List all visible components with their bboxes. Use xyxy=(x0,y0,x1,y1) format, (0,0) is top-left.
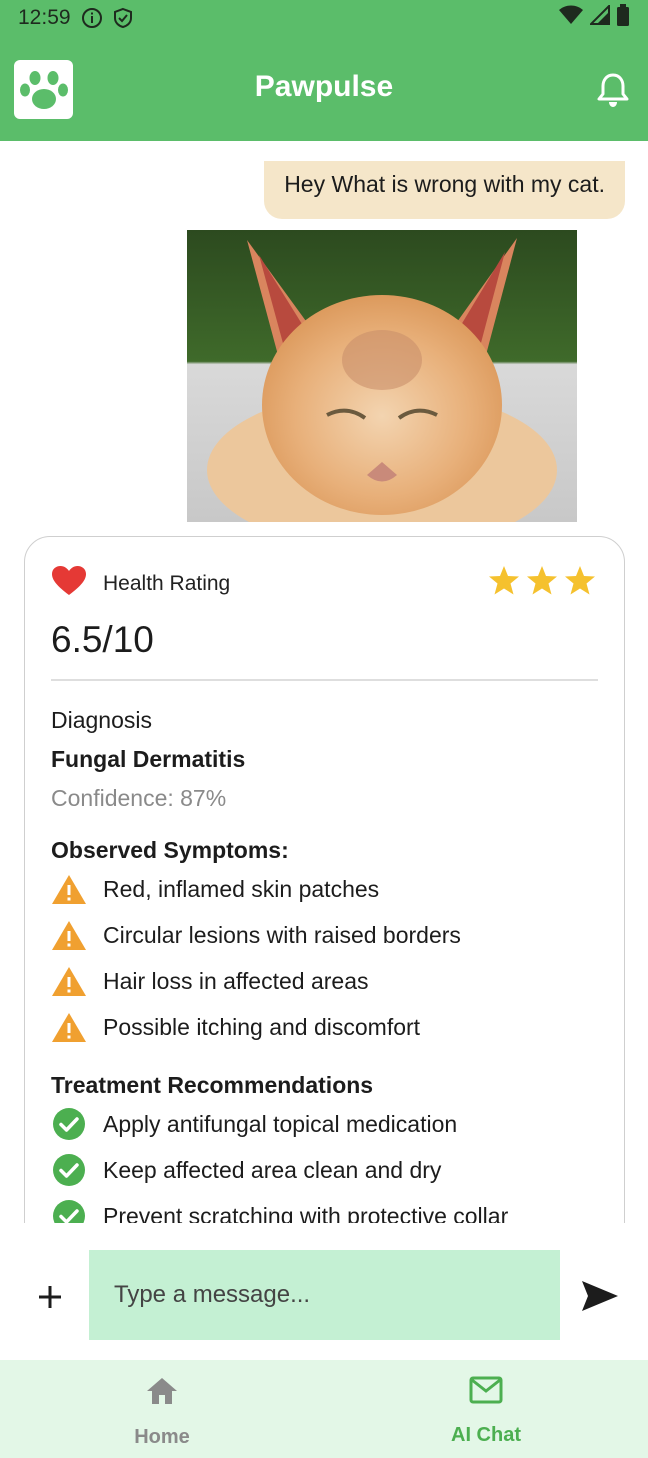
cat-photo xyxy=(187,230,577,522)
diagnosis-name: Fungal Dermatitis xyxy=(51,746,246,772)
treatment-item: Prevent scratching with protective colla… xyxy=(51,1200,508,1223)
signal-icon xyxy=(588,3,610,31)
check-circle-icon xyxy=(51,1200,87,1223)
shield-icon xyxy=(113,7,133,29)
symptom-text: Hair loss in affected areas xyxy=(103,967,369,994)
nav-item-home[interactable]: Home xyxy=(0,1360,324,1458)
mail-icon xyxy=(469,1376,503,1410)
status-bar: 12:59 xyxy=(0,0,648,36)
app-title: Pawpulse xyxy=(254,70,394,103)
battery-icon xyxy=(616,4,630,32)
nav-item-ai-chat[interactable]: AI Chat xyxy=(324,1360,648,1458)
symptom-text: Circular lesions with raised borders xyxy=(103,921,461,948)
star-rating xyxy=(488,565,596,596)
star-icon xyxy=(565,566,595,595)
star-icon xyxy=(489,566,519,595)
diagnosis-confidence: Confidence: 87% xyxy=(51,785,227,811)
message-input[interactable] xyxy=(89,1250,560,1340)
add-attachment-button[interactable] xyxy=(34,1281,66,1313)
symptom-text: Possible itching and discomfort xyxy=(103,1013,421,1040)
treatment-item: Keep affected area clean and dry xyxy=(51,1154,441,1186)
info-icon xyxy=(81,7,103,29)
user-message-bubble: Hey What is wrong with my cat. xyxy=(264,161,625,219)
check-circle-icon xyxy=(51,1108,87,1140)
diagnosis-card: Health Rating 6.5/10 Diagnosis Fungal De… xyxy=(24,536,625,1223)
symptom-text: Red, inflamed skin patches xyxy=(103,875,380,902)
treatment-text: Keep affected area clean and dry xyxy=(103,1156,442,1183)
app-bar: Pawpulse xyxy=(0,36,648,141)
nav-label-home: Home xyxy=(134,1426,190,1448)
bottom-nav: Home AI Chat xyxy=(0,1360,648,1458)
nav-label-ai-chat: AI Chat xyxy=(451,1424,521,1446)
symptom-item: Hair loss in affected areas xyxy=(51,965,369,997)
treatment-item: Apply antifungal topical medication xyxy=(51,1108,457,1140)
chat-area[interactable]: Hey What is wrong with my cat. Health Ra… xyxy=(0,141,648,1223)
status-time: 12:59 xyxy=(18,6,71,29)
treatment-title: Treatment Recommendations xyxy=(51,1072,374,1098)
warning-icon xyxy=(51,919,87,951)
heart-icon xyxy=(51,565,87,602)
bell-icon[interactable] xyxy=(596,72,630,108)
treatment-text: Prevent scratching with protective colla… xyxy=(103,1202,509,1224)
health-rating-value: 6.5/10 xyxy=(51,619,154,660)
treatment-text: Apply antifungal topical medication xyxy=(103,1110,458,1137)
diagnosis-label: Diagnosis xyxy=(51,707,152,733)
wifi-icon xyxy=(558,5,584,31)
warning-icon xyxy=(51,965,87,997)
home-icon xyxy=(146,1376,178,1412)
star-icon xyxy=(527,566,557,595)
send-button[interactable] xyxy=(580,1279,620,1313)
symptoms-title: Observed Symptoms: xyxy=(51,837,289,863)
message-composer xyxy=(0,1223,648,1360)
check-circle-icon xyxy=(51,1154,87,1186)
symptom-item: Circular lesions with raised borders xyxy=(51,919,461,951)
warning-icon xyxy=(51,1011,87,1043)
symptom-item: Red, inflamed skin patches xyxy=(51,873,379,905)
health-rating-row: Health Rating xyxy=(51,565,230,602)
divider xyxy=(51,679,598,681)
health-rating-label: Health Rating xyxy=(103,571,231,595)
symptom-item: Possible itching and discomfort xyxy=(51,1011,420,1043)
warning-icon xyxy=(51,873,87,905)
